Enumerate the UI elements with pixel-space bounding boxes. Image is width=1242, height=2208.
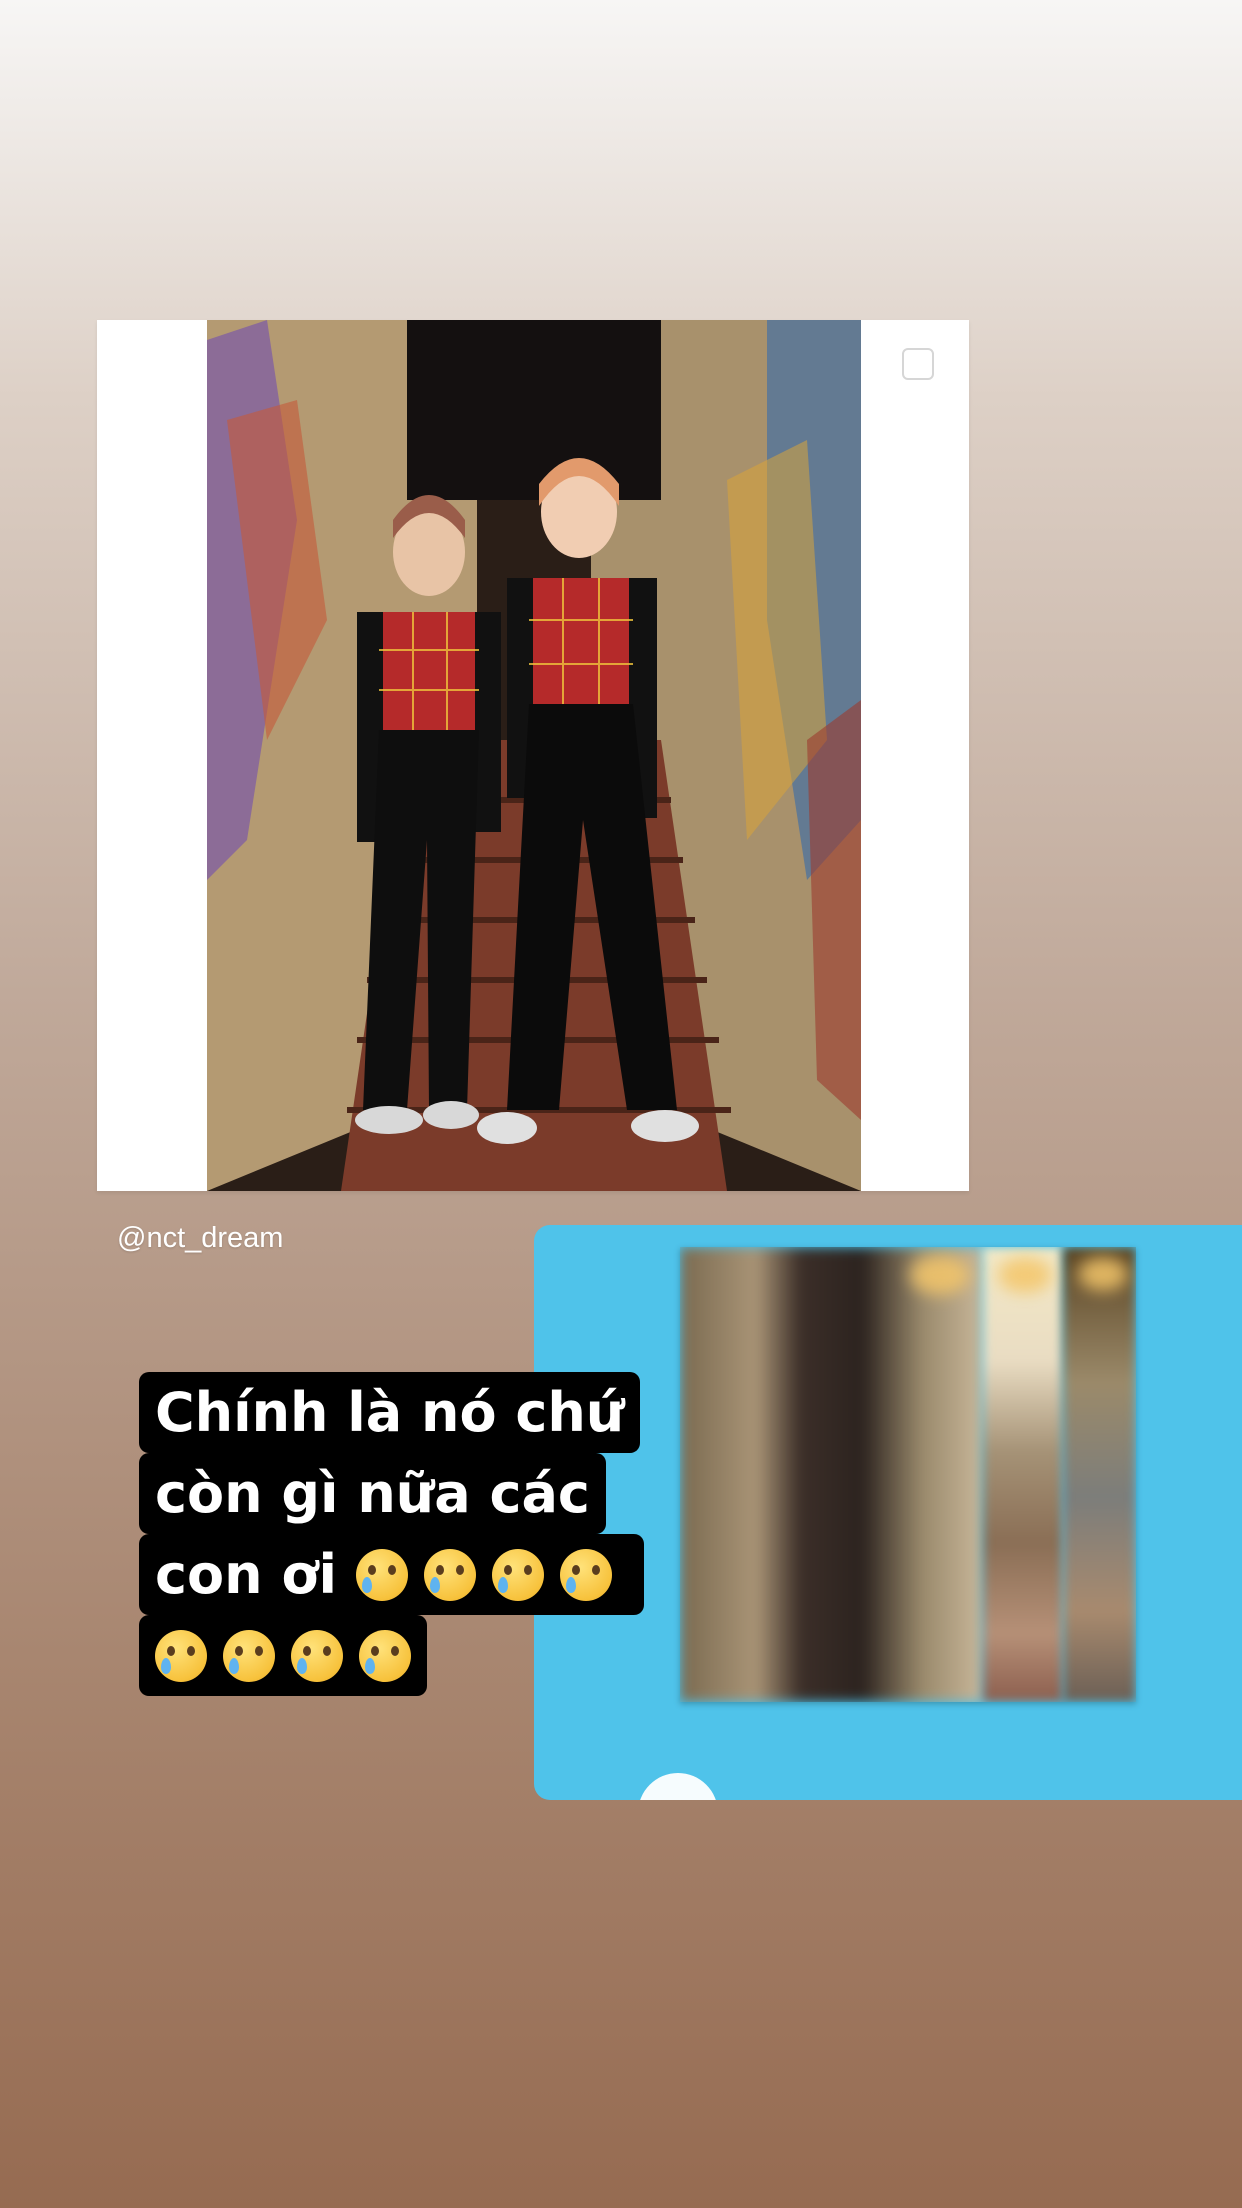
face-holding-back-tears-icon — [491, 1549, 544, 1601]
face-holding-back-tears-icon — [291, 1630, 343, 1682]
face-holding-back-tears-icon — [359, 1630, 411, 1682]
thumbnail-light-spot — [910, 1255, 970, 1295]
blurred-thumbnail-2 — [983, 1247, 1063, 1702]
thumbnail-light-spot — [1078, 1257, 1128, 1291]
post-photo-illustration — [207, 320, 861, 1191]
blurred-thumbnail-1 — [680, 1247, 983, 1702]
face-holding-back-tears-icon — [223, 1630, 275, 1682]
blurred-thumbnail-strip — [680, 1247, 1136, 1702]
caption-line-1: Chính là nó chứ — [139, 1372, 641, 1453]
thumbnail-light-spot — [998, 1257, 1052, 1293]
caption-line-3: con ơi — [139, 1534, 644, 1615]
select-checkbox[interactable] — [902, 348, 934, 380]
caption-line-3-text: con ơi — [155, 1543, 337, 1606]
face-holding-back-tears-icon — [559, 1549, 612, 1601]
caption-text[interactable]: Chính là nó chứ còn gì nữa các con ơi — [139, 1372, 679, 1696]
cloud-decoration — [638, 1773, 718, 1800]
face-holding-back-tears-icon — [155, 1630, 207, 1682]
post-username[interactable]: @nct_dream — [117, 1222, 283, 1255]
blurred-thumbnail-3 — [1063, 1247, 1136, 1702]
face-holding-back-tears-icon — [355, 1549, 408, 1601]
face-holding-back-tears-icon — [423, 1549, 476, 1601]
caption-line-2: còn gì nữa các — [139, 1453, 606, 1534]
post-photo — [207, 320, 861, 1191]
shared-post-card[interactable] — [97, 320, 969, 1191]
caption-line-4 — [139, 1615, 427, 1696]
